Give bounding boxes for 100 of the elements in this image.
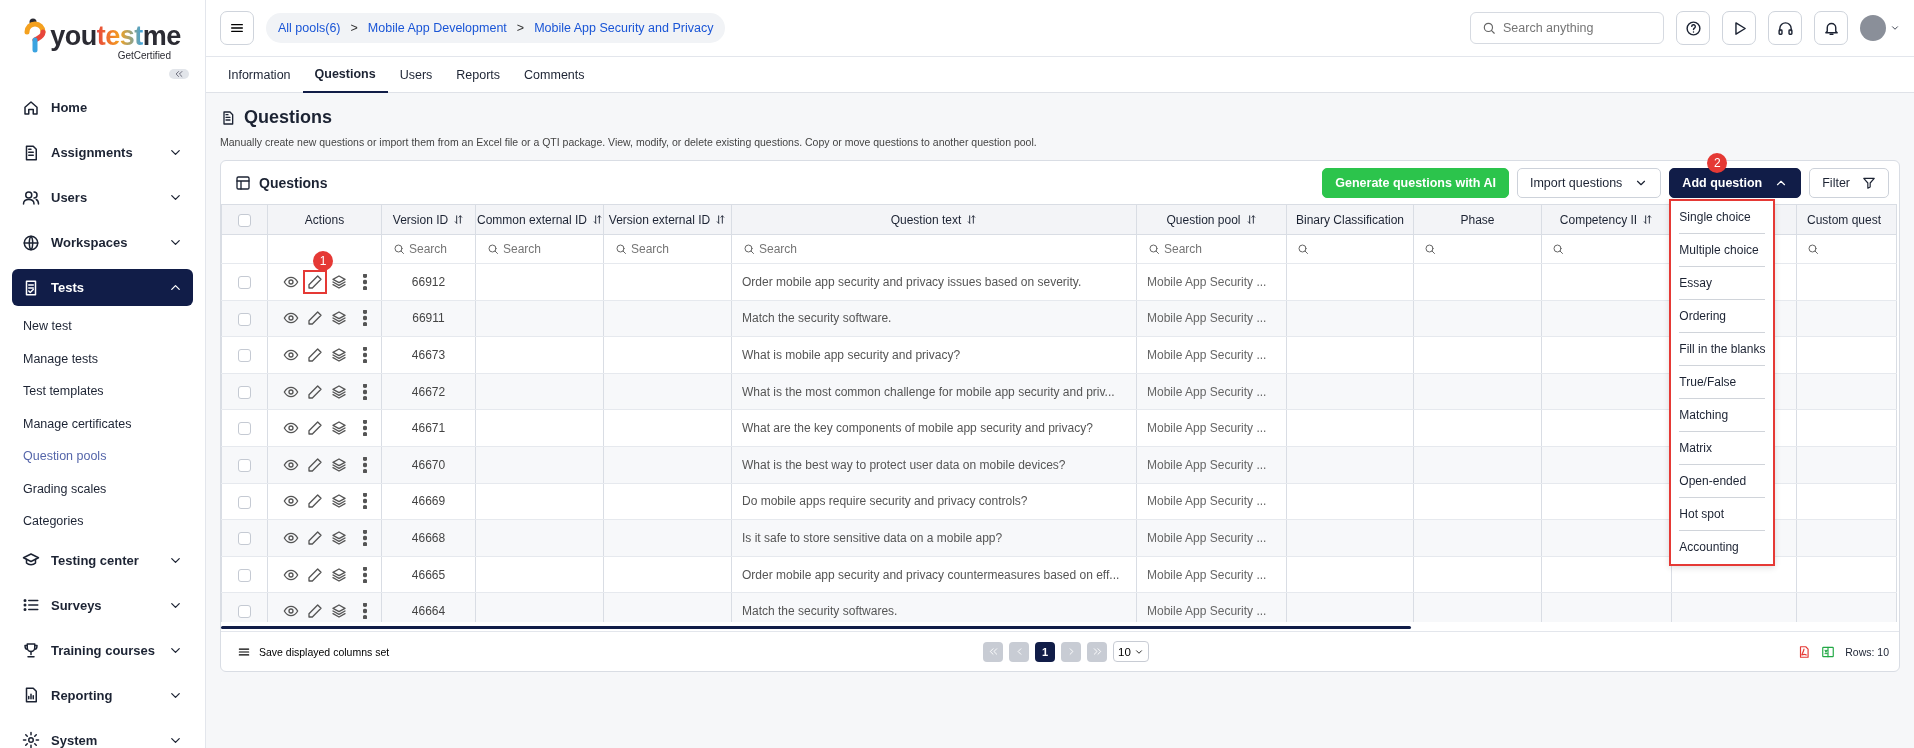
global-search-field[interactable]: Search anything — [1470, 12, 1664, 44]
sidebar-item[interactable]: Workspaces — [12, 220, 193, 265]
row-count: Rows: 10 — [1845, 645, 1889, 658]
column-header[interactable]: Common external ID — [475, 204, 604, 235]
dropdown-button[interactable]: Import questions — [1516, 167, 1662, 198]
edit-button[interactable] — [305, 419, 324, 438]
menu-item[interactable]: Accounting — [1679, 530, 1766, 564]
sidebar-item[interactable]: System — [12, 717, 193, 748]
more-button[interactable] — [361, 528, 368, 547]
edit-button[interactable] — [305, 565, 324, 584]
menu-item[interactable]: Open-ended — [1679, 464, 1766, 498]
more-button[interactable] — [361, 346, 368, 364]
sidebar-item[interactable]: Training courses — [12, 627, 193, 673]
row-checkbox[interactable] — [238, 568, 251, 582]
menu-button[interactable] — [220, 11, 254, 45]
sidebar-subitem[interactable]: Categories — [12, 505, 193, 538]
select-all-checkbox[interactable] — [238, 213, 251, 227]
column-header[interactable]: Question pool — [1136, 204, 1287, 235]
row-checkbox[interactable] — [238, 495, 251, 509]
column-header[interactable]: Version ID — [381, 204, 476, 235]
breadcrumb-link[interactable]: All pools(6) — [278, 21, 341, 35]
menu-item[interactable]: Matching — [1679, 398, 1766, 432]
sidebar-subitem[interactable]: Manage certificates — [12, 407, 193, 440]
more-button[interactable] — [361, 492, 368, 511]
page-button[interactable]: 1 — [1035, 641, 1056, 662]
more-button[interactable] — [361, 419, 368, 438]
users-icon — [22, 188, 40, 207]
sidebar-subitem[interactable]: Manage tests — [12, 342, 193, 375]
collapse-sidebar-button[interactable] — [169, 69, 189, 79]
menu-item[interactable]: Fill in the blanks — [1679, 332, 1766, 366]
help-button[interactable] — [1676, 11, 1710, 45]
edit-button[interactable] — [305, 309, 324, 328]
edit-button[interactable] — [305, 492, 324, 511]
column-search-field[interactable]: Search — [1138, 236, 1285, 262]
versions-button[interactable] — [329, 346, 348, 364]
sidebar-item[interactable]: Home — [12, 85, 193, 130]
more-button[interactable] — [361, 602, 368, 621]
dropdown-button[interactable]: Add question — [1669, 167, 1802, 198]
tab[interactable]: Questions — [302, 57, 388, 93]
tab[interactable]: Reports — [444, 57, 513, 93]
tab[interactable]: Users — [387, 57, 445, 93]
sidebar-item[interactable]: Assignments — [12, 130, 193, 175]
column-header[interactable]: Version external ID — [603, 204, 732, 235]
sidebar-item[interactable]: Tests — [12, 269, 193, 306]
breadcrumb-separator: > — [516, 21, 525, 35]
save-columns-button[interactable]: Save displayed columns set — [231, 643, 792, 660]
sidebar-subitem[interactable]: New test — [12, 310, 193, 343]
column-search-field[interactable]: Search — [605, 236, 730, 262]
filter-button[interactable]: Filter — [1809, 167, 1889, 198]
search-icon — [1552, 243, 1564, 255]
notifications-button[interactable] — [1814, 11, 1848, 45]
edit-button[interactable] — [305, 382, 324, 401]
column-search-field[interactable]: Search — [383, 236, 474, 262]
edit-button[interactable] — [305, 346, 324, 364]
support-button[interactable] — [1768, 11, 1802, 45]
sidebar-item[interactable]: Reporting — [12, 672, 193, 718]
kebab-icon — [362, 493, 367, 510]
sidebar-subitem[interactable]: Test templates — [12, 375, 193, 408]
row-checkbox[interactable] — [238, 275, 251, 289]
column-header[interactable]: Question text — [731, 204, 1137, 235]
menu-item[interactable]: True/False — [1679, 365, 1766, 399]
sidebar-subitem[interactable]: Grading scales — [12, 472, 193, 505]
more-button[interactable] — [361, 565, 368, 584]
sort-icon — [592, 214, 603, 225]
menu-item[interactable]: Hot spot — [1679, 497, 1766, 531]
user-avatar[interactable] — [1860, 15, 1886, 41]
edit-button[interactable] — [305, 602, 324, 621]
menu-item[interactable]: Single choice — [1679, 200, 1766, 234]
row-checkbox[interactable] — [238, 458, 251, 472]
column-search-field[interactable]: Search — [477, 236, 602, 262]
breadcrumb-link[interactable]: Mobile App Security and Privacy — [534, 21, 714, 35]
column-search-field[interactable]: Search — [733, 236, 1135, 262]
page-size-select[interactable]: 10 — [1113, 641, 1149, 662]
kebab-icon — [362, 347, 367, 363]
column-header[interactable]: Competency II — [1541, 204, 1672, 235]
play-button[interactable] — [1722, 11, 1756, 45]
sidebar-item[interactable]: Testing center — [12, 537, 193, 583]
sidebar-subitem[interactable]: Question pools — [12, 440, 193, 473]
more-button[interactable] — [361, 272, 368, 291]
row-checkbox[interactable] — [238, 349, 251, 363]
row-checkbox[interactable] — [238, 605, 251, 619]
edit-button[interactable] — [305, 455, 324, 474]
more-button[interactable] — [361, 455, 368, 474]
edit-button[interactable] — [305, 528, 324, 547]
sidebar-item[interactable]: Users — [12, 175, 193, 220]
row-checkbox[interactable] — [238, 532, 251, 546]
sidebar-item[interactable]: Surveys — [12, 582, 193, 628]
table-cell: Mobile App Security ... — [1136, 446, 1287, 484]
horizontal-scrollbar[interactable] — [221, 626, 1411, 629]
more-button[interactable] — [361, 382, 368, 401]
row-checkbox[interactable] — [238, 312, 251, 326]
edit-button[interactable] — [305, 272, 324, 291]
tab[interactable]: Information — [216, 57, 303, 93]
breadcrumb-link[interactable]: Mobile App Development — [367, 21, 507, 35]
row-checkbox[interactable] — [238, 422, 251, 436]
tab[interactable]: Comments — [512, 57, 597, 93]
menu-item[interactable]: Matrix — [1679, 431, 1766, 465]
row-checkbox[interactable] — [238, 385, 251, 399]
more-button[interactable] — [361, 309, 368, 328]
menu-item[interactable]: Multiple choice — [1679, 233, 1766, 267]
